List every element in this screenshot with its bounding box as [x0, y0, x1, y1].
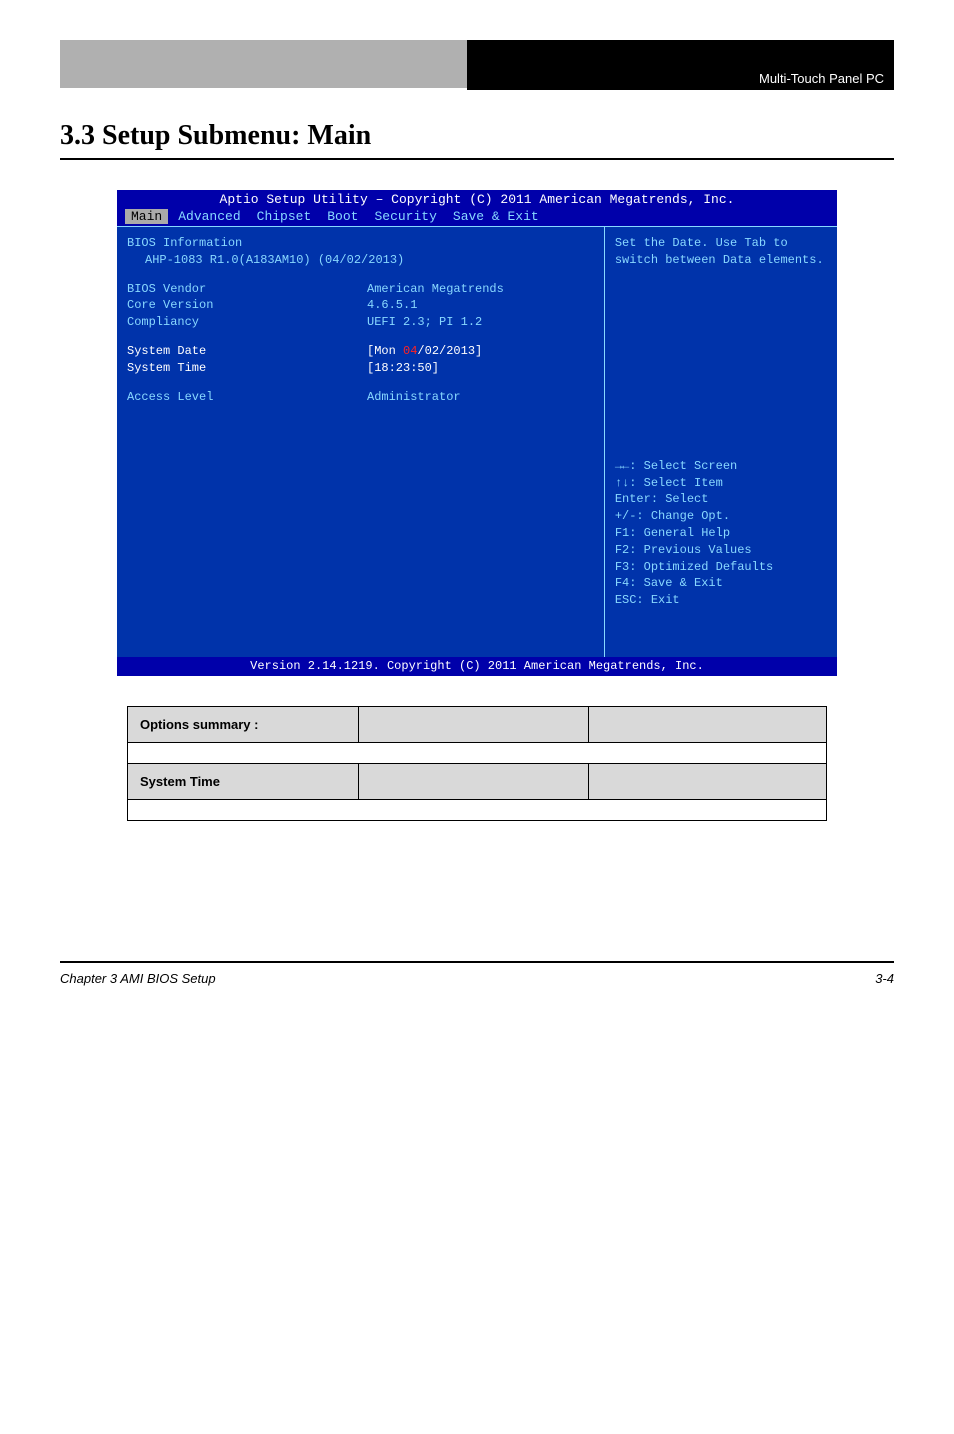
- system-date-label[interactable]: System Date: [127, 343, 367, 360]
- bios-footer: Version 2.14.1219. Copyright (C) 2011 Am…: [117, 657, 837, 676]
- opts2-h1: System Time: [128, 764, 359, 800]
- system-time-label[interactable]: System Time: [127, 360, 367, 377]
- system-time-value[interactable]: [18:23:50]: [367, 360, 439, 377]
- opts1-h2: [358, 707, 589, 743]
- opts2-h2: [358, 764, 589, 800]
- system-date-value[interactable]: [Mon 04/02/2013]: [367, 343, 482, 360]
- bios-menu-main[interactable]: Main: [125, 209, 168, 224]
- bios-menu-chipset[interactable]: Chipset: [251, 209, 318, 224]
- bios-row-label-compliancy: Compliancy: [127, 314, 367, 331]
- help-line: F3: Optimized Defaults: [615, 559, 827, 576]
- bios-title-text: Aptio Setup Utility – Copyright (C) 2011…: [117, 190, 837, 208]
- system-date-month[interactable]: 04: [403, 344, 417, 358]
- page-footer: Chapter 3 AMI BIOS Setup 3-4: [60, 961, 894, 986]
- footer-chapter: Chapter 3 AMI BIOS Setup: [60, 971, 216, 986]
- bios-left-pane: BIOS Information AHP-1083 R1.0(A183AM10)…: [117, 227, 605, 657]
- help-line: F4: Save & Exit: [615, 575, 827, 592]
- section-title: 3.3 Setup Submenu: Main: [60, 120, 894, 152]
- header-left-tab: [60, 40, 467, 90]
- help-line: +/-: Change Opt.: [615, 508, 827, 525]
- access-level-value: Administrator: [367, 389, 461, 406]
- bios-menu[interactable]: Main Advanced Chipset Boot Security Save…: [117, 208, 837, 226]
- section-rule: [60, 158, 894, 160]
- bios-row-label-vendor: BIOS Vendor: [127, 281, 367, 298]
- bios-help-text: Set the Date. Use Tab to switch between …: [615, 235, 827, 269]
- options-table-1: Options summary : System Time: [127, 706, 827, 821]
- help-line: ↑↓: Select Item: [615, 475, 827, 492]
- bios-info-sub: AHP-1083 R1.0(A183AM10) (04/02/2013): [127, 252, 404, 269]
- help-line: F2: Previous Values: [615, 542, 827, 559]
- opts2-desc: [128, 800, 827, 821]
- header-right-tab: Multi-Touch Panel PC: [467, 40, 894, 90]
- help-line: F1: General Help: [615, 525, 827, 542]
- help-line: →←: Select Screen: [615, 458, 827, 475]
- bios-row-label-corever: Core Version: [127, 297, 367, 314]
- bios-row-value-compliancy: UEFI 2.3; PI 1.2: [367, 314, 482, 331]
- bios-menu-save-exit[interactable]: Save & Exit: [447, 209, 545, 224]
- bios-menu-advanced[interactable]: Advanced: [172, 209, 246, 224]
- doc-header: Multi-Touch Panel PC: [60, 40, 894, 90]
- bios-menu-boot[interactable]: Boot: [321, 209, 364, 224]
- footer-page-number: 3-4: [875, 971, 894, 986]
- bios-key-help: →←: Select Screen ↑↓: Select Item Enter:…: [615, 458, 827, 609]
- help-line: Enter: Select: [615, 491, 827, 508]
- opts1-h3: [589, 707, 827, 743]
- bios-menu-security[interactable]: Security: [368, 209, 442, 224]
- opts2-h3: [589, 764, 827, 800]
- help-line: ESC: Exit: [615, 592, 827, 609]
- bios-right-pane: Set the Date. Use Tab to switch between …: [605, 227, 837, 657]
- bios-screenshot: Aptio Setup Utility – Copyright (C) 2011…: [117, 190, 837, 676]
- bios-row-value-corever: 4.6.5.1: [367, 297, 417, 314]
- bios-body: BIOS Information AHP-1083 R1.0(A183AM10)…: [117, 226, 837, 657]
- bios-info-heading: BIOS Information: [127, 235, 367, 252]
- access-level-label: Access Level: [127, 389, 367, 406]
- opts1-h1: Options summary :: [128, 707, 359, 743]
- bios-titlebar: Aptio Setup Utility – Copyright (C) 2011…: [117, 190, 837, 226]
- bios-row-value-vendor: American Megatrends: [367, 281, 504, 298]
- opts1-desc: [128, 743, 827, 764]
